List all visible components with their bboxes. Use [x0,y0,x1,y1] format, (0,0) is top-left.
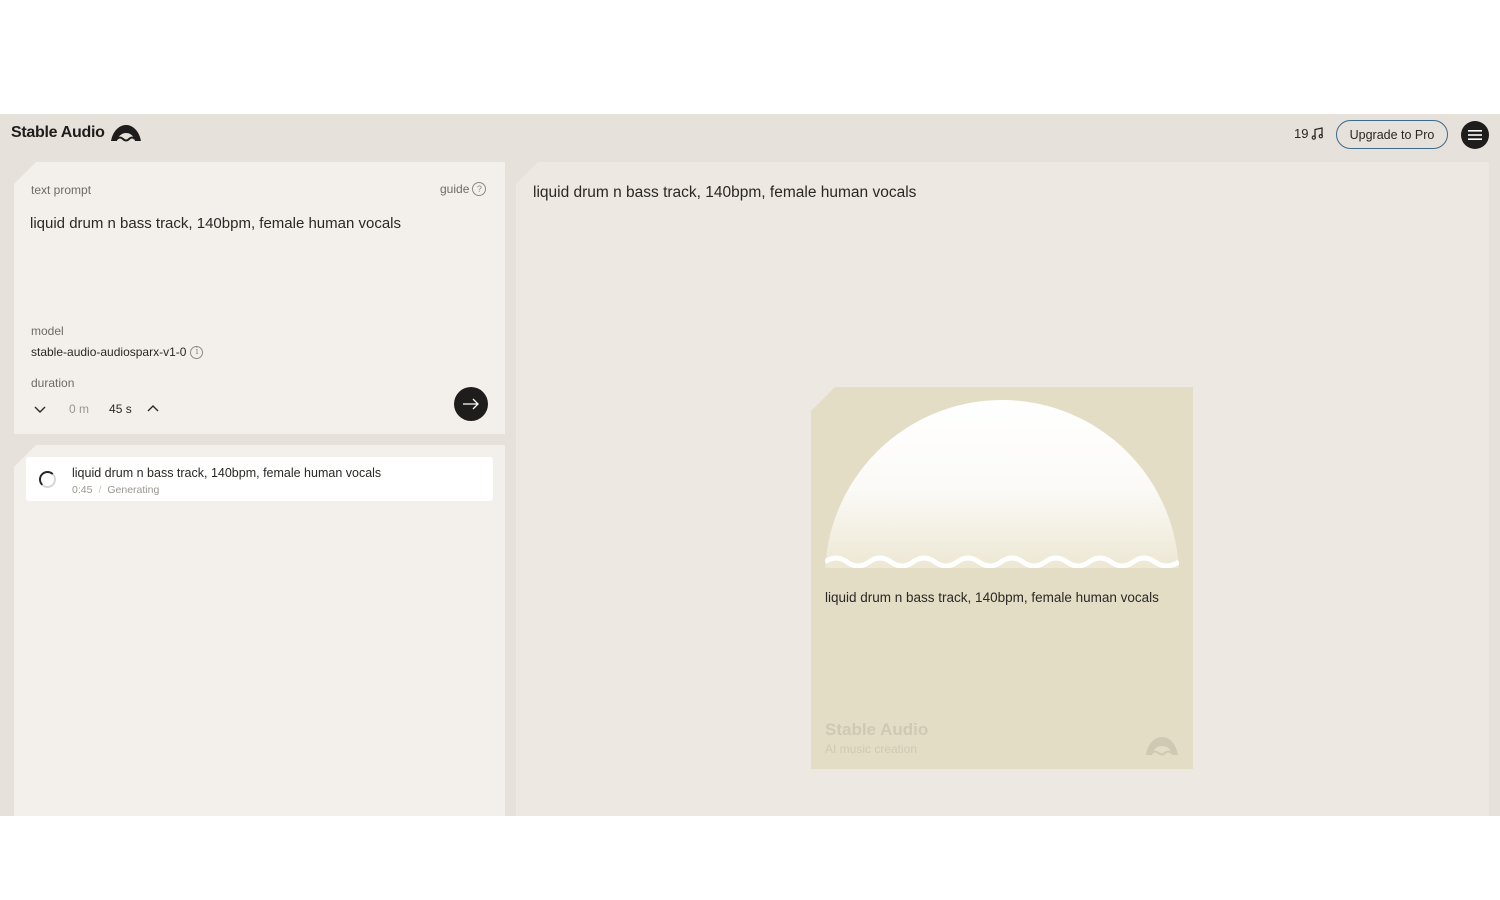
duration-seconds[interactable]: 45 s [109,402,132,416]
music-note-icon [1312,127,1324,140]
track-status: Generating [107,484,160,496]
artwork-caption: liquid drum n bass track, 140bpm, female… [825,590,1159,605]
top-bar: Stable Audio 19 Upgrade to Pro [0,114,1500,156]
prompt-panel: text prompt guide ? liquid drum n bass t… [14,162,505,434]
duration-minutes[interactable]: 0 m [69,402,89,416]
hamburger-menu-icon [1468,130,1482,140]
model-label: model [31,324,64,338]
upgrade-button[interactable]: Upgrade to Pro [1336,120,1448,149]
main-panel: liquid drum n bass track, 140bpm, female… [516,162,1489,816]
model-selector[interactable]: stable-audio-audiosparx-v1-0 i [31,345,204,359]
guide-label: guide [440,182,470,196]
chevron-up-icon[interactable] [146,402,160,416]
track-artwork: liquid drum n bass track, 140bpm, female… [811,387,1193,769]
track-title: liquid drum n bass track, 140bpm, female… [72,466,382,480]
info-icon[interactable]: i [190,345,204,359]
brand-name: Stable Audio [11,124,105,141]
text-prompt-label: text prompt [31,183,92,197]
prompt-input[interactable]: liquid drum n bass track, 140bpm, female… [30,215,401,232]
menu-button[interactable] [1461,121,1489,149]
brand[interactable]: Stable Audio [11,124,142,142]
question-mark-icon: ? [472,182,487,196]
history-panel: liquid drum n bass track, 140bpm, female… [14,445,505,816]
duration-label: duration [31,376,75,390]
artwork-brand: Stable Audio [825,720,929,739]
generate-button[interactable] [454,387,488,421]
sun-wave-artwork-icon [825,400,1179,584]
arrow-right-icon [463,398,479,410]
app-root: Stable Audio 19 Upgrade to Pro text prom… [0,114,1500,816]
artwork-tagline: AI music creation [825,742,918,756]
list-item[interactable]: liquid drum n bass track, 140bpm, female… [26,457,493,501]
credits-count: 19 [1294,126,1309,141]
track-meta: 0:45 / Generating [72,484,159,496]
guide-link[interactable]: guide ? [440,182,487,196]
track-heading: liquid drum n bass track, 140bpm, female… [533,184,917,201]
stable-audio-logo-icon [1146,737,1178,756]
model-value: stable-audio-audiosparx-v1-0 [31,345,187,359]
chevron-down-icon[interactable] [33,402,47,416]
duration-stepper: 0 m 45 s [33,399,160,419]
loading-spinner-icon [39,471,56,488]
track-length: 0:45 [72,484,93,496]
credits-counter[interactable]: 19 [1294,126,1324,141]
meta-separator: / [98,484,102,496]
stable-audio-logo-icon [110,125,141,142]
